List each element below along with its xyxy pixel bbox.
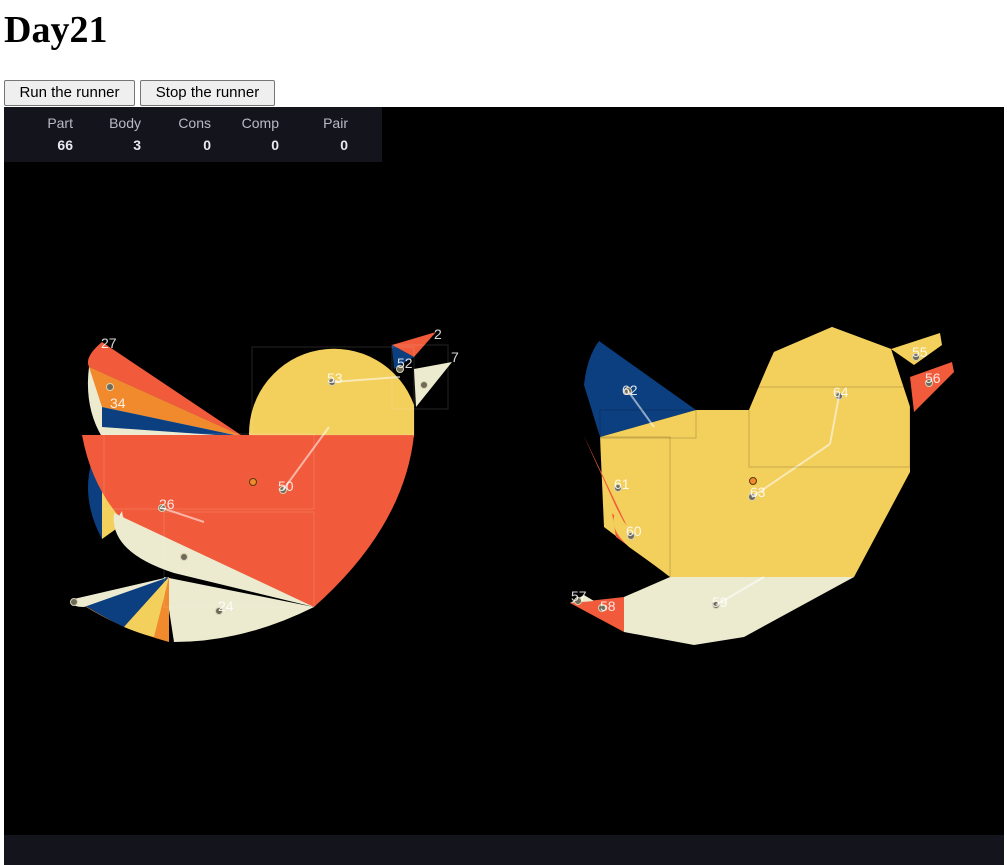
part-label: 52 bbox=[397, 355, 413, 371]
part-label: 57 bbox=[571, 588, 587, 604]
stat-value-part: 66 bbox=[57, 137, 73, 153]
stat-label-pair: Pair bbox=[323, 115, 348, 131]
part-label: 27 bbox=[101, 335, 117, 351]
part-label: 56 bbox=[925, 370, 941, 386]
stat-value-pair: 0 bbox=[340, 137, 348, 153]
part-label: 7 bbox=[451, 349, 459, 365]
stat-value-comp: 0 bbox=[271, 137, 279, 153]
stat-value-cons: 0 bbox=[203, 137, 211, 153]
part-label: 2 bbox=[434, 326, 442, 342]
footer-bar bbox=[4, 835, 1004, 865]
part-label: 34 bbox=[110, 395, 126, 411]
stats-panel: Part Body Cons Comp Pair 66 3 0 0 0 bbox=[4, 107, 382, 162]
stop-runner-button[interactable]: Stop the runner bbox=[140, 80, 275, 106]
part-label: 64 bbox=[833, 384, 849, 400]
physics-scene: 27 34 53 52 2 7 50 26 24 62 64 63 61 60 … bbox=[70, 326, 954, 645]
stat-label-body: Body bbox=[109, 115, 141, 131]
part-label: 62 bbox=[622, 382, 638, 398]
stat-label-comp: Comp bbox=[241, 115, 279, 131]
part-label: 60 bbox=[626, 523, 642, 539]
right-tail bbox=[624, 577, 854, 645]
physics-canvas[interactable]: 27 34 53 52 2 7 50 26 24 62 64 63 61 60 … bbox=[4, 107, 1004, 865]
part-label: 59 bbox=[712, 594, 728, 610]
part-label: 61 bbox=[614, 476, 630, 492]
part-label: 63 bbox=[750, 484, 766, 500]
stat-label-part: Part bbox=[47, 115, 73, 131]
stat-label-cons: Cons bbox=[178, 115, 211, 131]
part-label: 26 bbox=[159, 496, 175, 512]
left-head bbox=[248, 348, 414, 437]
part-label: 55 bbox=[912, 344, 928, 360]
right-bird: 62 64 63 61 60 59 58 57 55 56 bbox=[570, 327, 954, 645]
part-label: 53 bbox=[327, 370, 343, 386]
part-label: 58 bbox=[600, 598, 616, 614]
part-label: 24 bbox=[218, 598, 234, 614]
run-runner-button[interactable]: Run the runner bbox=[4, 80, 135, 106]
stat-value-body: 3 bbox=[133, 137, 141, 153]
left-beak-lower bbox=[414, 362, 452, 407]
page-title: Day21 bbox=[4, 9, 108, 51]
left-bird: 27 34 53 52 2 7 50 26 24 bbox=[70, 326, 459, 642]
part-label: 50 bbox=[278, 478, 294, 494]
